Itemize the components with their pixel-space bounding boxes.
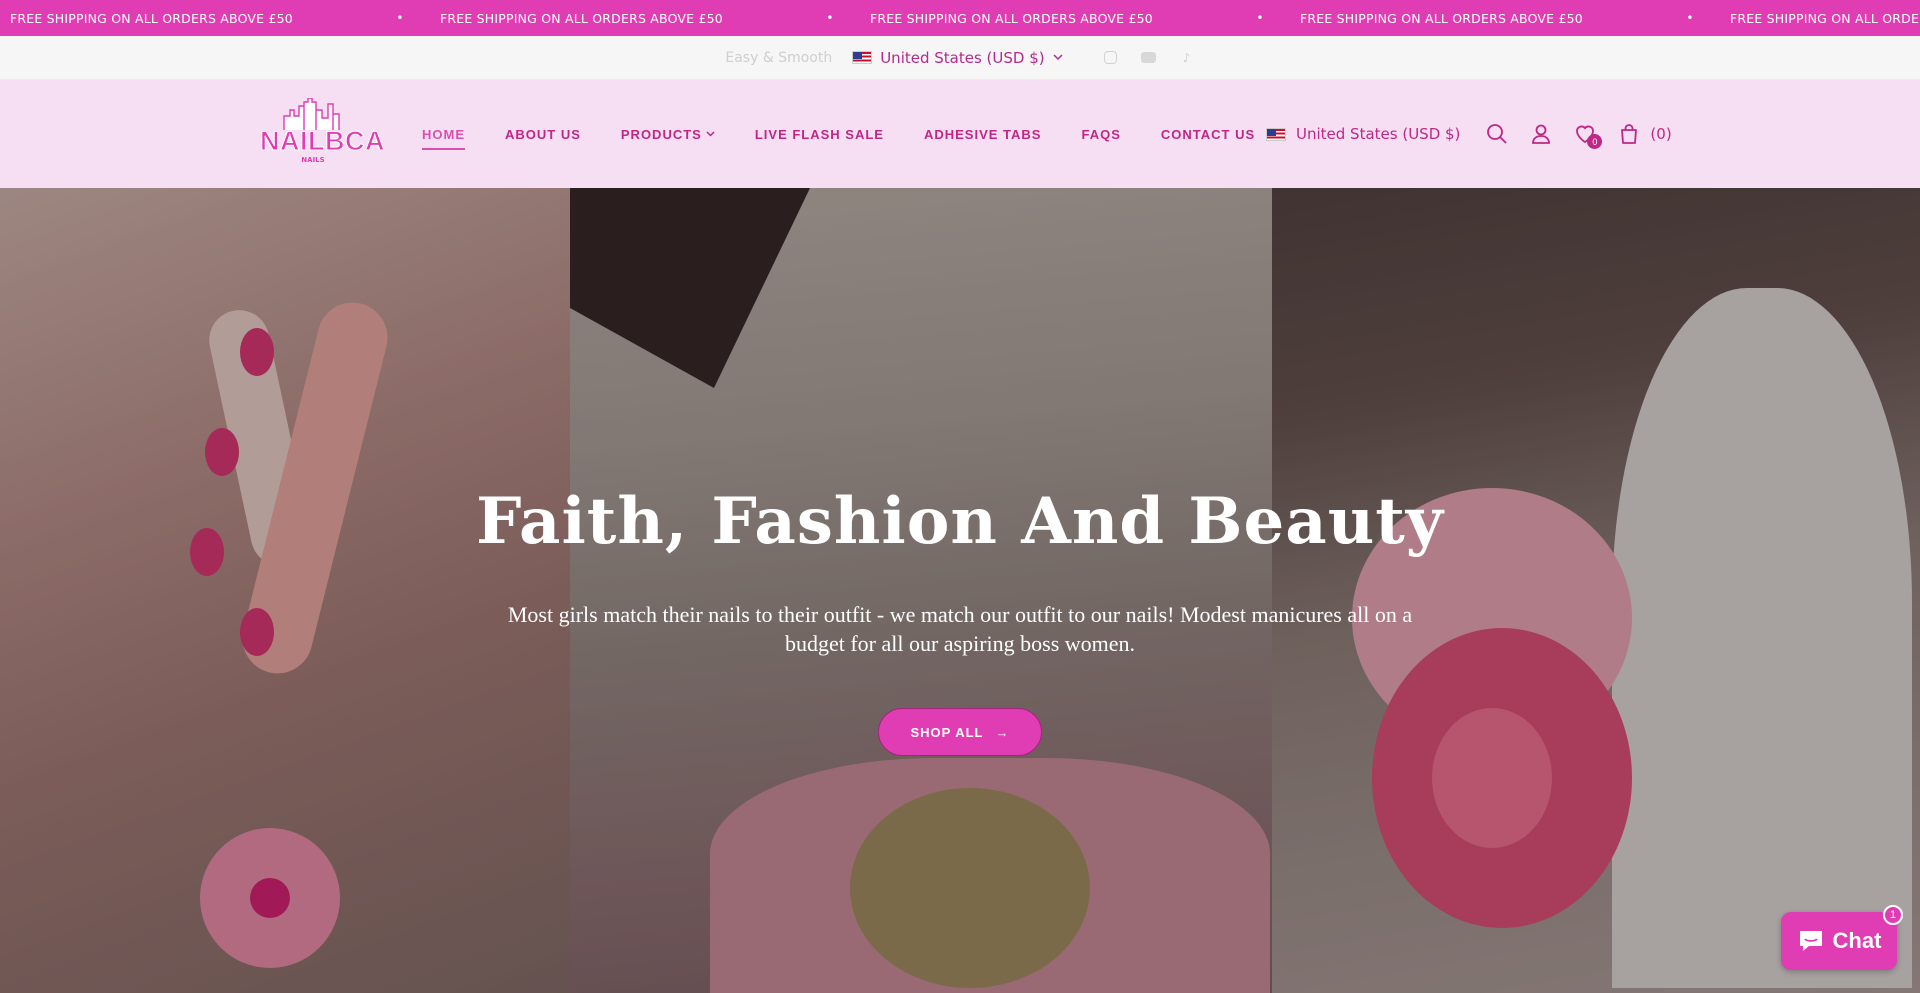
announcement-text: FREE SHIPPING ON ALL ORDERS ABOVE £50 xyxy=(1730,10,1920,26)
hero-overlay xyxy=(0,188,1920,993)
chat-widget-button[interactable]: Chat xyxy=(1781,912,1897,970)
announcement-separator: • xyxy=(1686,11,1694,25)
nav-adhesive-tabs[interactable]: ADHESIVE TABS xyxy=(924,127,1042,142)
hero-banner: Faith, Fashion And Beauty Most girls mat… xyxy=(0,188,1920,993)
nav-home[interactable]: HOME xyxy=(422,127,465,150)
header-actions: United States (USD $) 0 (0) xyxy=(1266,80,1672,188)
utility-bar: Easy & Smooth United States (USD $) ♪ xyxy=(0,36,1920,80)
social-links: ♪ xyxy=(1103,50,1195,66)
nav-faqs[interactable]: FAQS xyxy=(1081,127,1120,142)
utility-inner: Easy & Smooth United States (USD $) ♪ xyxy=(725,49,1194,67)
utility-currency-label: United States (USD $) xyxy=(880,48,1045,67)
logo-text: NAILBCA xyxy=(260,126,386,157)
utility-currency-selector[interactable]: United States (USD $) xyxy=(852,48,1063,67)
chat-notification-badge: 1 xyxy=(1883,905,1903,925)
announcement-item: FREE SHIPPING ON ALL ORDERS ABOVE £50 xyxy=(1730,11,1920,26)
announcement-text: FREE SHIPPING ON ALL ORDERS ABOVE £50 xyxy=(440,10,723,26)
account-icon[interactable] xyxy=(1528,121,1554,147)
shopping-bag-icon[interactable] xyxy=(1616,121,1642,147)
chevron-down-icon xyxy=(706,131,715,137)
cart-count[interactable]: (0) xyxy=(1650,125,1671,143)
announcement-bar: FREE SHIPPING ON ALL ORDERS ABOVE £50 • … xyxy=(0,0,1920,36)
chevron-down-icon xyxy=(1053,54,1063,61)
instagram-icon[interactable] xyxy=(1103,50,1119,66)
wishlist-button[interactable]: 0 xyxy=(1572,121,1603,149)
announcement-track: FREE SHIPPING ON ALL ORDERS ABOVE £50 • … xyxy=(10,0,1920,36)
us-flag-icon xyxy=(1266,127,1286,141)
announcement-item: FREE SHIPPING ON ALL ORDERS ABOVE £50 • xyxy=(870,11,1300,26)
announcement-text: FREE SHIPPING ON ALL ORDERS ABOVE £50 xyxy=(1300,10,1583,26)
tiktok-icon[interactable]: ♪ xyxy=(1179,50,1195,66)
chat-label: Chat xyxy=(1832,928,1882,953)
search-icon[interactable] xyxy=(1484,121,1510,147)
shop-all-button[interactable]: SHOP ALL → xyxy=(878,708,1042,756)
header-currency-label: United States (USD $) xyxy=(1296,125,1461,143)
announcement-separator: • xyxy=(396,11,404,25)
arrow-right-icon: → xyxy=(995,724,1010,740)
announcement-item: FREE SHIPPING ON ALL ORDERS ABOVE £50 • xyxy=(1300,11,1730,26)
announcement-item: FREE SHIPPING ON ALL ORDERS ABOVE £50 • xyxy=(440,11,870,26)
announcement-separator: • xyxy=(826,11,834,25)
hero-title: Faith, Fashion And Beauty xyxy=(476,484,1444,559)
shop-all-label: SHOP ALL xyxy=(910,724,984,740)
hero-subtitle: Most girls match their nails to their ou… xyxy=(507,602,1413,656)
site-header: NAILBCA NAILS HOME ABOUT US PRODUCTS LIV… xyxy=(0,80,1920,188)
nav-products-label: PRODUCTS xyxy=(620,126,702,142)
main-nav: HOME ABOUT US PRODUCTS LIVE FLASH SALE A… xyxy=(422,80,1255,188)
site-logo[interactable]: NAILBCA NAILS xyxy=(260,94,386,174)
announcement-text: FREE SHIPPING ON ALL ORDERS ABOVE £50 xyxy=(870,10,1153,26)
nav-live-flash-sale[interactable]: LIVE FLASH SALE xyxy=(755,127,884,142)
us-flag-icon xyxy=(852,51,873,64)
nav-about-us[interactable]: ABOUT US xyxy=(505,127,581,142)
header-currency-selector[interactable]: United States (USD $) xyxy=(1266,125,1460,143)
announcement-item: FREE SHIPPING ON ALL ORDERS ABOVE £50 • xyxy=(10,11,440,26)
youtube-icon[interactable] xyxy=(1141,50,1157,66)
announcement-text: FREE SHIPPING ON ALL ORDERS ABOVE £50 xyxy=(10,10,293,26)
utility-tagline: Easy & Smooth xyxy=(725,49,833,66)
logo-subtext: NAILS xyxy=(301,156,325,164)
nav-products[interactable]: PRODUCTS xyxy=(621,127,715,142)
nav-contact-us[interactable]: CONTACT US xyxy=(1161,127,1255,142)
chat-bubble-icon xyxy=(1799,931,1822,951)
wishlist-count-badge: 0 xyxy=(1587,134,1603,149)
announcement-separator: • xyxy=(1256,11,1264,25)
